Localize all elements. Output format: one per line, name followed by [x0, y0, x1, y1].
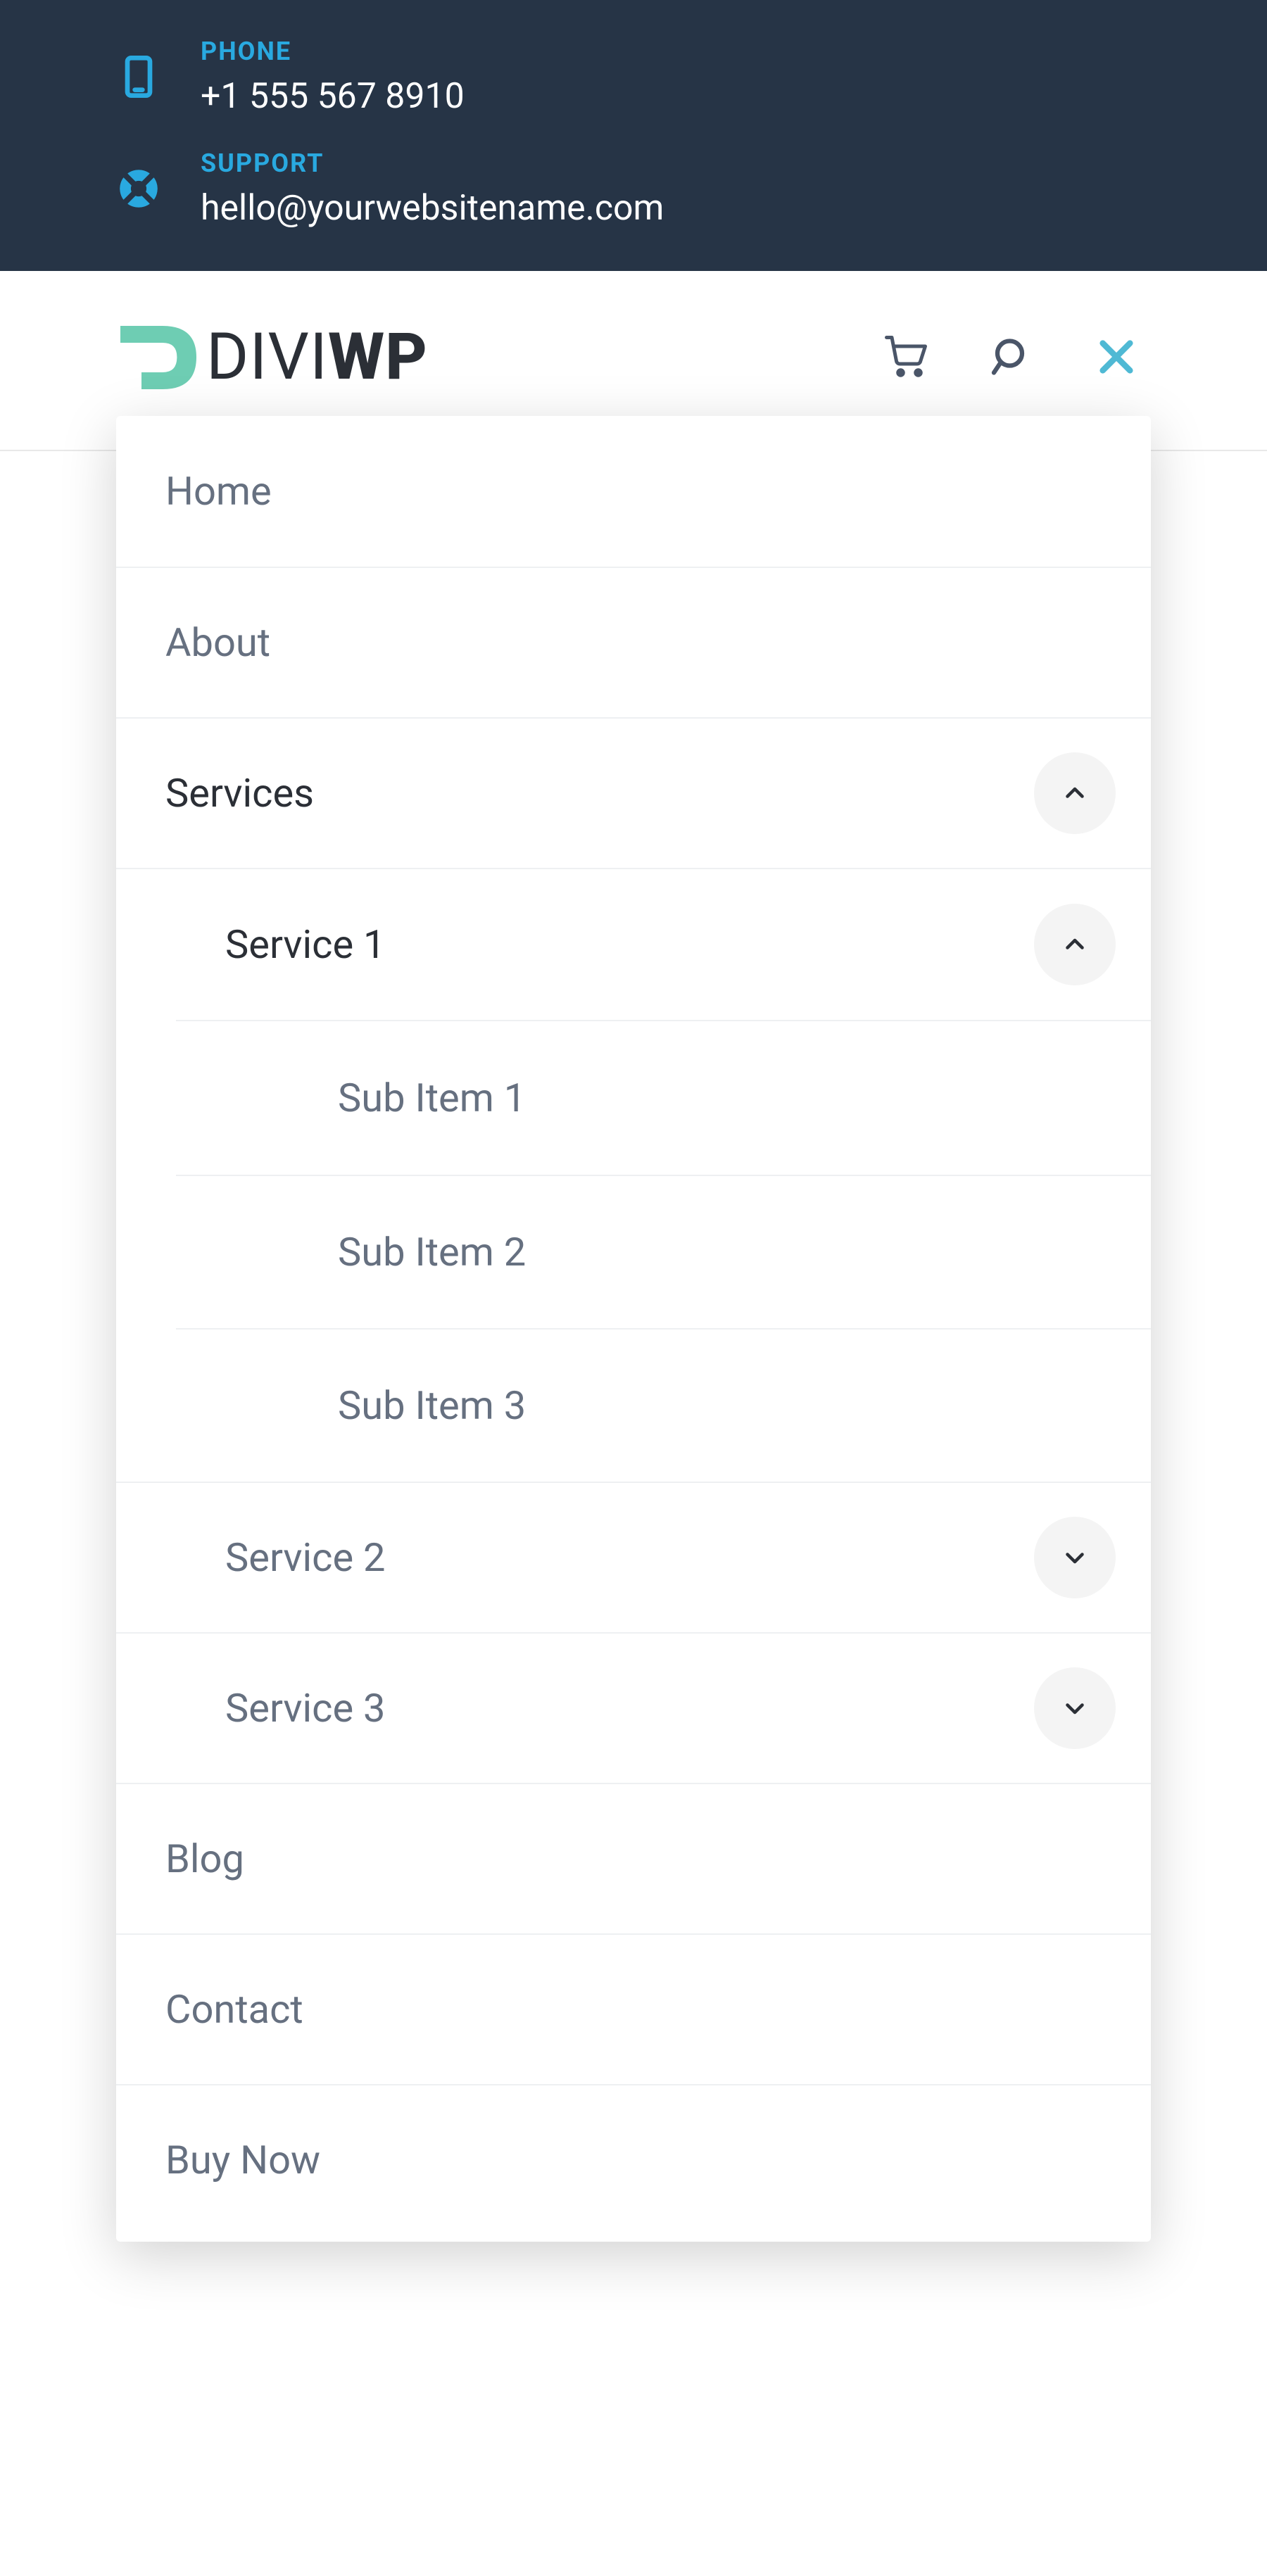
nav-sub-item-3-label[interactable]: Sub Item 3 — [338, 1382, 1116, 1429]
nav-service-1-toggle[interactable] — [1034, 904, 1116, 985]
topbar-support-row: SUPPORT hello@yourwebsitename.com — [116, 149, 1151, 229]
support-value[interactable]: hello@yourwebsitename.com — [201, 188, 1151, 229]
support-label: SUPPORT — [201, 149, 1151, 178]
nav-buy-now-label[interactable]: Buy Now — [165, 2137, 1116, 2183]
nav-home[interactable]: Home — [116, 416, 1151, 567]
logo-mark-icon — [116, 313, 201, 400]
close-menu-icon[interactable] — [1096, 336, 1137, 377]
nav-contact-label[interactable]: Contact — [165, 1986, 1116, 2033]
nav-sub-item-2[interactable]: Sub Item 2 — [176, 1175, 1151, 1328]
topbar-phone-row: PHONE +1 555 567 8910 — [116, 37, 1151, 117]
nav-service-1[interactable]: Service 1 — [116, 869, 1151, 1020]
cart-icon[interactable] — [885, 336, 927, 378]
nav-service-3[interactable]: Service 3 — [116, 1632, 1151, 1783]
nav-services-toggle[interactable] — [1034, 752, 1116, 834]
nav-service-2[interactable]: Service 2 — [116, 1482, 1151, 1632]
nav-service-1-label[interactable]: Service 1 — [225, 921, 1034, 968]
nav-sub-item-2-label[interactable]: Sub Item 2 — [338, 1229, 1116, 1275]
nav-service-2-toggle[interactable] — [1034, 1517, 1116, 1598]
main-menu: Home About Services Service 1 Sub Item 1… — [116, 416, 1151, 2242]
phone-value[interactable]: +1 555 567 8910 — [201, 76, 1151, 117]
nav-service-2-label[interactable]: Service 2 — [225, 1534, 1034, 1581]
nav-contact[interactable]: Contact — [116, 1933, 1151, 2084]
support-icon — [116, 166, 201, 211]
topbar: PHONE +1 555 567 8910 — [0, 0, 1267, 271]
nav-services-submenu: Service 1 Sub Item 1 Sub Item 2 Sub Item… — [116, 868, 1151, 1783]
nav-home-label[interactable]: Home — [165, 468, 1116, 514]
nav-service-3-toggle[interactable] — [1034, 1667, 1116, 1749]
phone-icon — [116, 54, 201, 99]
nav-services-label[interactable]: Services — [165, 770, 1034, 816]
nav-blog-label[interactable]: Blog — [165, 1836, 1116, 1882]
phone-label: PHONE — [201, 37, 1151, 66]
page-rest — [0, 2242, 1267, 2284]
search-icon[interactable] — [990, 336, 1033, 378]
nav-service-1-submenu: Sub Item 1 Sub Item 2 Sub Item 3 — [176, 1020, 1151, 1482]
nav-about-label[interactable]: About — [165, 619, 1116, 666]
logo-text: DIVIWP — [206, 320, 428, 395]
nav-about[interactable]: About — [116, 567, 1151, 717]
nav-sub-item-3[interactable]: Sub Item 3 — [176, 1328, 1151, 1482]
nav-service-3-label[interactable]: Service 3 — [225, 1685, 1034, 1731]
nav-blog[interactable]: Blog — [116, 1783, 1151, 1933]
nav-services[interactable]: Services — [116, 717, 1151, 868]
logo[interactable]: DIVIWP — [116, 313, 885, 400]
nav-sub-item-1[interactable]: Sub Item 1 — [176, 1021, 1151, 1175]
nav-buy-now[interactable]: Buy Now — [116, 2084, 1151, 2235]
nav-sub-item-1-label[interactable]: Sub Item 1 — [338, 1075, 1116, 1121]
